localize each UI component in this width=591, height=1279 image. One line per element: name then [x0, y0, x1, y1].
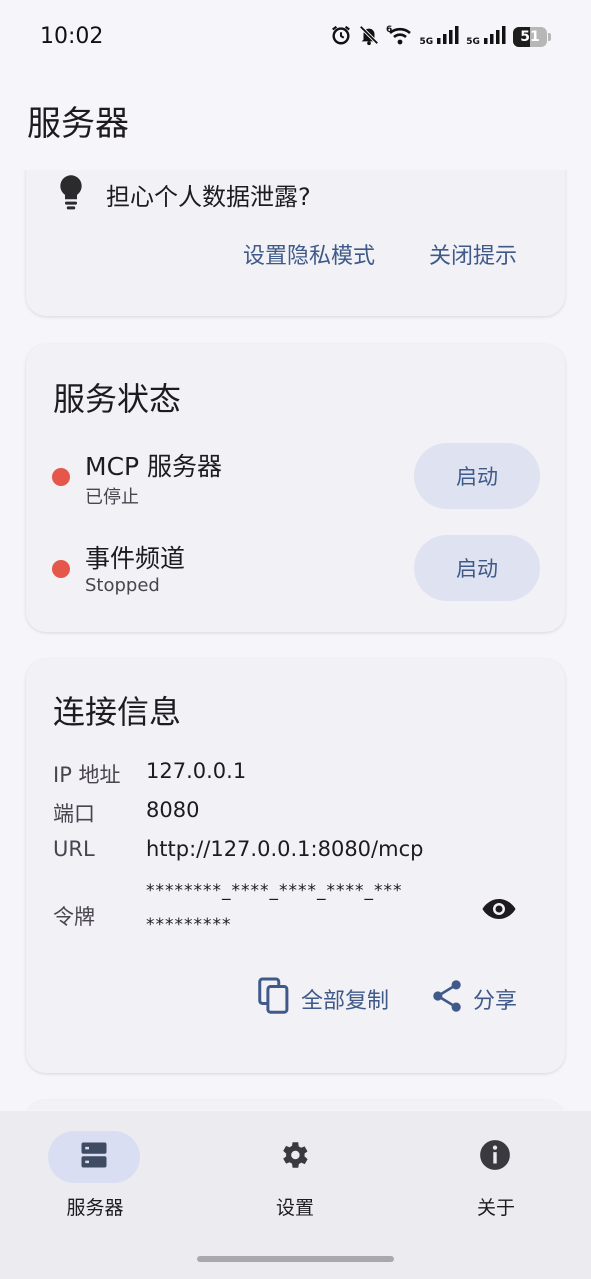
connection-actions: 全部复制 分享	[257, 977, 517, 1021]
page-title: 服务器	[27, 104, 129, 144]
set-privacy-mode-button[interactable]: 设置隐私模式	[243, 238, 375, 270]
info-label: IP 地址	[53, 763, 121, 787]
bottom-nav: 服务器 设置 关于	[0, 1111, 591, 1279]
status-dot	[52, 468, 70, 486]
share-button[interactable]: 分享	[431, 979, 517, 1019]
ip-value[interactable]: 127.0.0.1	[146, 759, 246, 783]
token-value-line2[interactable]: *********	[146, 915, 232, 935]
home-indicator[interactable]	[197, 1256, 394, 1262]
nav-label: 关于	[476, 1197, 515, 1219]
content-scroll[interactable]: 担心个人数据泄露? 设置隐私模式 关闭提示 服务状态 MCP 服务器 已停止 启…	[0, 170, 591, 1110]
signal-5g-icon: 5G	[466, 26, 507, 48]
eye-icon[interactable]	[481, 891, 517, 927]
info-label: 令牌	[53, 905, 95, 929]
nav-item-about[interactable]: 关于	[421, 1131, 571, 1231]
info-label: 端口	[53, 802, 95, 826]
nav-pill	[449, 1131, 541, 1183]
dismiss-tip-button[interactable]: 关闭提示	[429, 238, 517, 270]
privacy-tip-actions: 设置隐私模式 关闭提示	[243, 238, 517, 270]
status-dot	[52, 560, 70, 578]
signal-label: 5G	[466, 37, 480, 47]
next-card	[26, 1100, 565, 1110]
nav-label: 服务器	[66, 1197, 124, 1219]
privacy-tip-card: 担心个人数据泄露? 设置隐私模式 关闭提示	[26, 170, 565, 316]
info-label: URL	[53, 837, 95, 861]
nav-pill	[248, 1131, 340, 1183]
alarm-icon	[330, 24, 352, 50]
gear-icon	[277, 1138, 311, 1176]
status-icons: 6 5G 5G 51	[330, 24, 551, 50]
copy-icon	[257, 977, 291, 1021]
status-bar: 10:02 6 5G 5G 51	[0, 0, 591, 76]
service-status-card: 服务状态 MCP 服务器 已停止 启动 事件频道 Stopped 启动	[26, 344, 565, 632]
nav-item-settings[interactable]: 设置	[220, 1131, 370, 1231]
privacy-tip-text: 担心个人数据泄露?	[106, 182, 311, 211]
token-value-line1[interactable]: ********_****_****_****_***	[146, 881, 403, 901]
share-icon	[431, 979, 463, 1019]
battery-level: 51	[520, 29, 540, 45]
privacy-tip-row: 担心个人数据泄露?	[56, 174, 311, 214]
connection-info-card: 连接信息 IP 地址 127.0.0.1 端口 8080 URL http://…	[26, 659, 565, 1073]
service-status-title: 服务状态	[53, 380, 182, 418]
service-state: 已停止	[85, 487, 139, 508]
start-events-button[interactable]: 启动	[414, 535, 540, 601]
signal-label: 5G	[419, 37, 434, 47]
server-icon	[79, 1140, 109, 1174]
service-name: MCP 服务器	[85, 452, 223, 481]
url-value[interactable]: http://127.0.0.1:8080/mcp	[146, 837, 423, 861]
signal-5g-icon: 5G	[420, 26, 461, 48]
battery-tip	[548, 33, 551, 41]
copy-all-button[interactable]: 全部复制	[257, 977, 389, 1021]
service-row-events: 事件频道 Stopped 启动	[52, 535, 540, 601]
bell-off-icon	[358, 24, 380, 50]
copy-all-label: 全部复制	[300, 989, 389, 1014]
service-name: 事件频道	[85, 544, 186, 573]
nav-pill-active	[48, 1131, 140, 1183]
battery-icon: 51	[513, 27, 547, 47]
connection-info-title: 连接信息	[53, 693, 182, 731]
nav-item-server[interactable]: 服务器	[20, 1131, 170, 1231]
lightbulb-icon	[56, 174, 86, 214]
start-mcp-button[interactable]: 启动	[414, 443, 540, 509]
port-value[interactable]: 8080	[146, 798, 199, 822]
wifi-icon: 6	[386, 24, 414, 50]
share-label: 分享	[472, 989, 517, 1014]
info-icon	[478, 1138, 512, 1176]
nav-label: 设置	[275, 1197, 314, 1219]
status-time: 10:02	[40, 24, 104, 49]
service-row-mcp: MCP 服务器 已停止 启动	[52, 443, 540, 509]
service-state: Stopped	[85, 575, 160, 596]
